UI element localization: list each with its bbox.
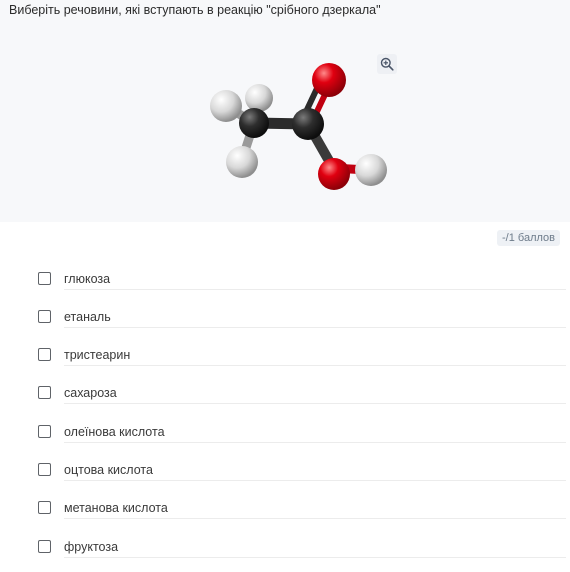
score-badge: -/1 баллов (497, 230, 560, 246)
carbon-atom (239, 108, 269, 138)
answer-option[interactable]: олеїнова кислота (0, 413, 570, 451)
hydrogen-atom (355, 154, 387, 186)
option-label: тристеарин (64, 348, 131, 362)
hydrogen-atom (226, 146, 258, 178)
option-checkbox[interactable] (38, 272, 51, 285)
answer-option[interactable]: оцтова кислота (0, 451, 570, 489)
option-divider (64, 557, 566, 558)
option-divider (64, 442, 566, 443)
oxygen-atom (318, 158, 350, 190)
option-checkbox[interactable] (38, 348, 51, 361)
answer-option[interactable]: глюкоза (0, 260, 570, 298)
option-label: олеїнова кислота (64, 425, 165, 439)
answer-option[interactable]: метанова кислота (0, 489, 570, 527)
answer-option[interactable]: сахароза (0, 374, 570, 412)
option-divider (64, 327, 566, 328)
answer-option[interactable]: етаналь (0, 298, 570, 336)
option-checkbox[interactable] (38, 501, 51, 514)
answer-option[interactable]: фруктоза (0, 528, 570, 566)
answer-option[interactable]: тристеарин (0, 336, 570, 374)
question-title: Виберіть речовини, які вступають в реакц… (9, 3, 381, 17)
option-label: етаналь (64, 310, 111, 324)
zoom-in-icon (380, 57, 394, 71)
option-divider (64, 518, 566, 519)
question-header: Виберіть речовини, які вступають в реакц… (0, 0, 570, 222)
option-divider (64, 289, 566, 290)
option-checkbox[interactable] (38, 386, 51, 399)
hydrogen-atom (245, 84, 273, 112)
zoom-image-button[interactable] (377, 54, 397, 74)
option-label: метанова кислота (64, 501, 168, 515)
option-label: сахароза (64, 386, 117, 400)
oxygen-atom (312, 63, 346, 97)
option-divider (64, 403, 566, 404)
option-divider (64, 480, 566, 481)
option-divider (64, 365, 566, 366)
option-label: фруктоза (64, 540, 119, 554)
option-label: глюкоза (64, 272, 111, 286)
hydrogen-atom (210, 90, 242, 122)
option-checkbox[interactable] (38, 463, 51, 476)
carbon-atom (292, 108, 324, 140)
option-label: оцтова кислота (64, 463, 153, 477)
option-checkbox[interactable] (38, 540, 51, 553)
option-checkbox[interactable] (38, 310, 51, 323)
option-checkbox[interactable] (38, 425, 51, 438)
molecule-image (210, 63, 387, 190)
